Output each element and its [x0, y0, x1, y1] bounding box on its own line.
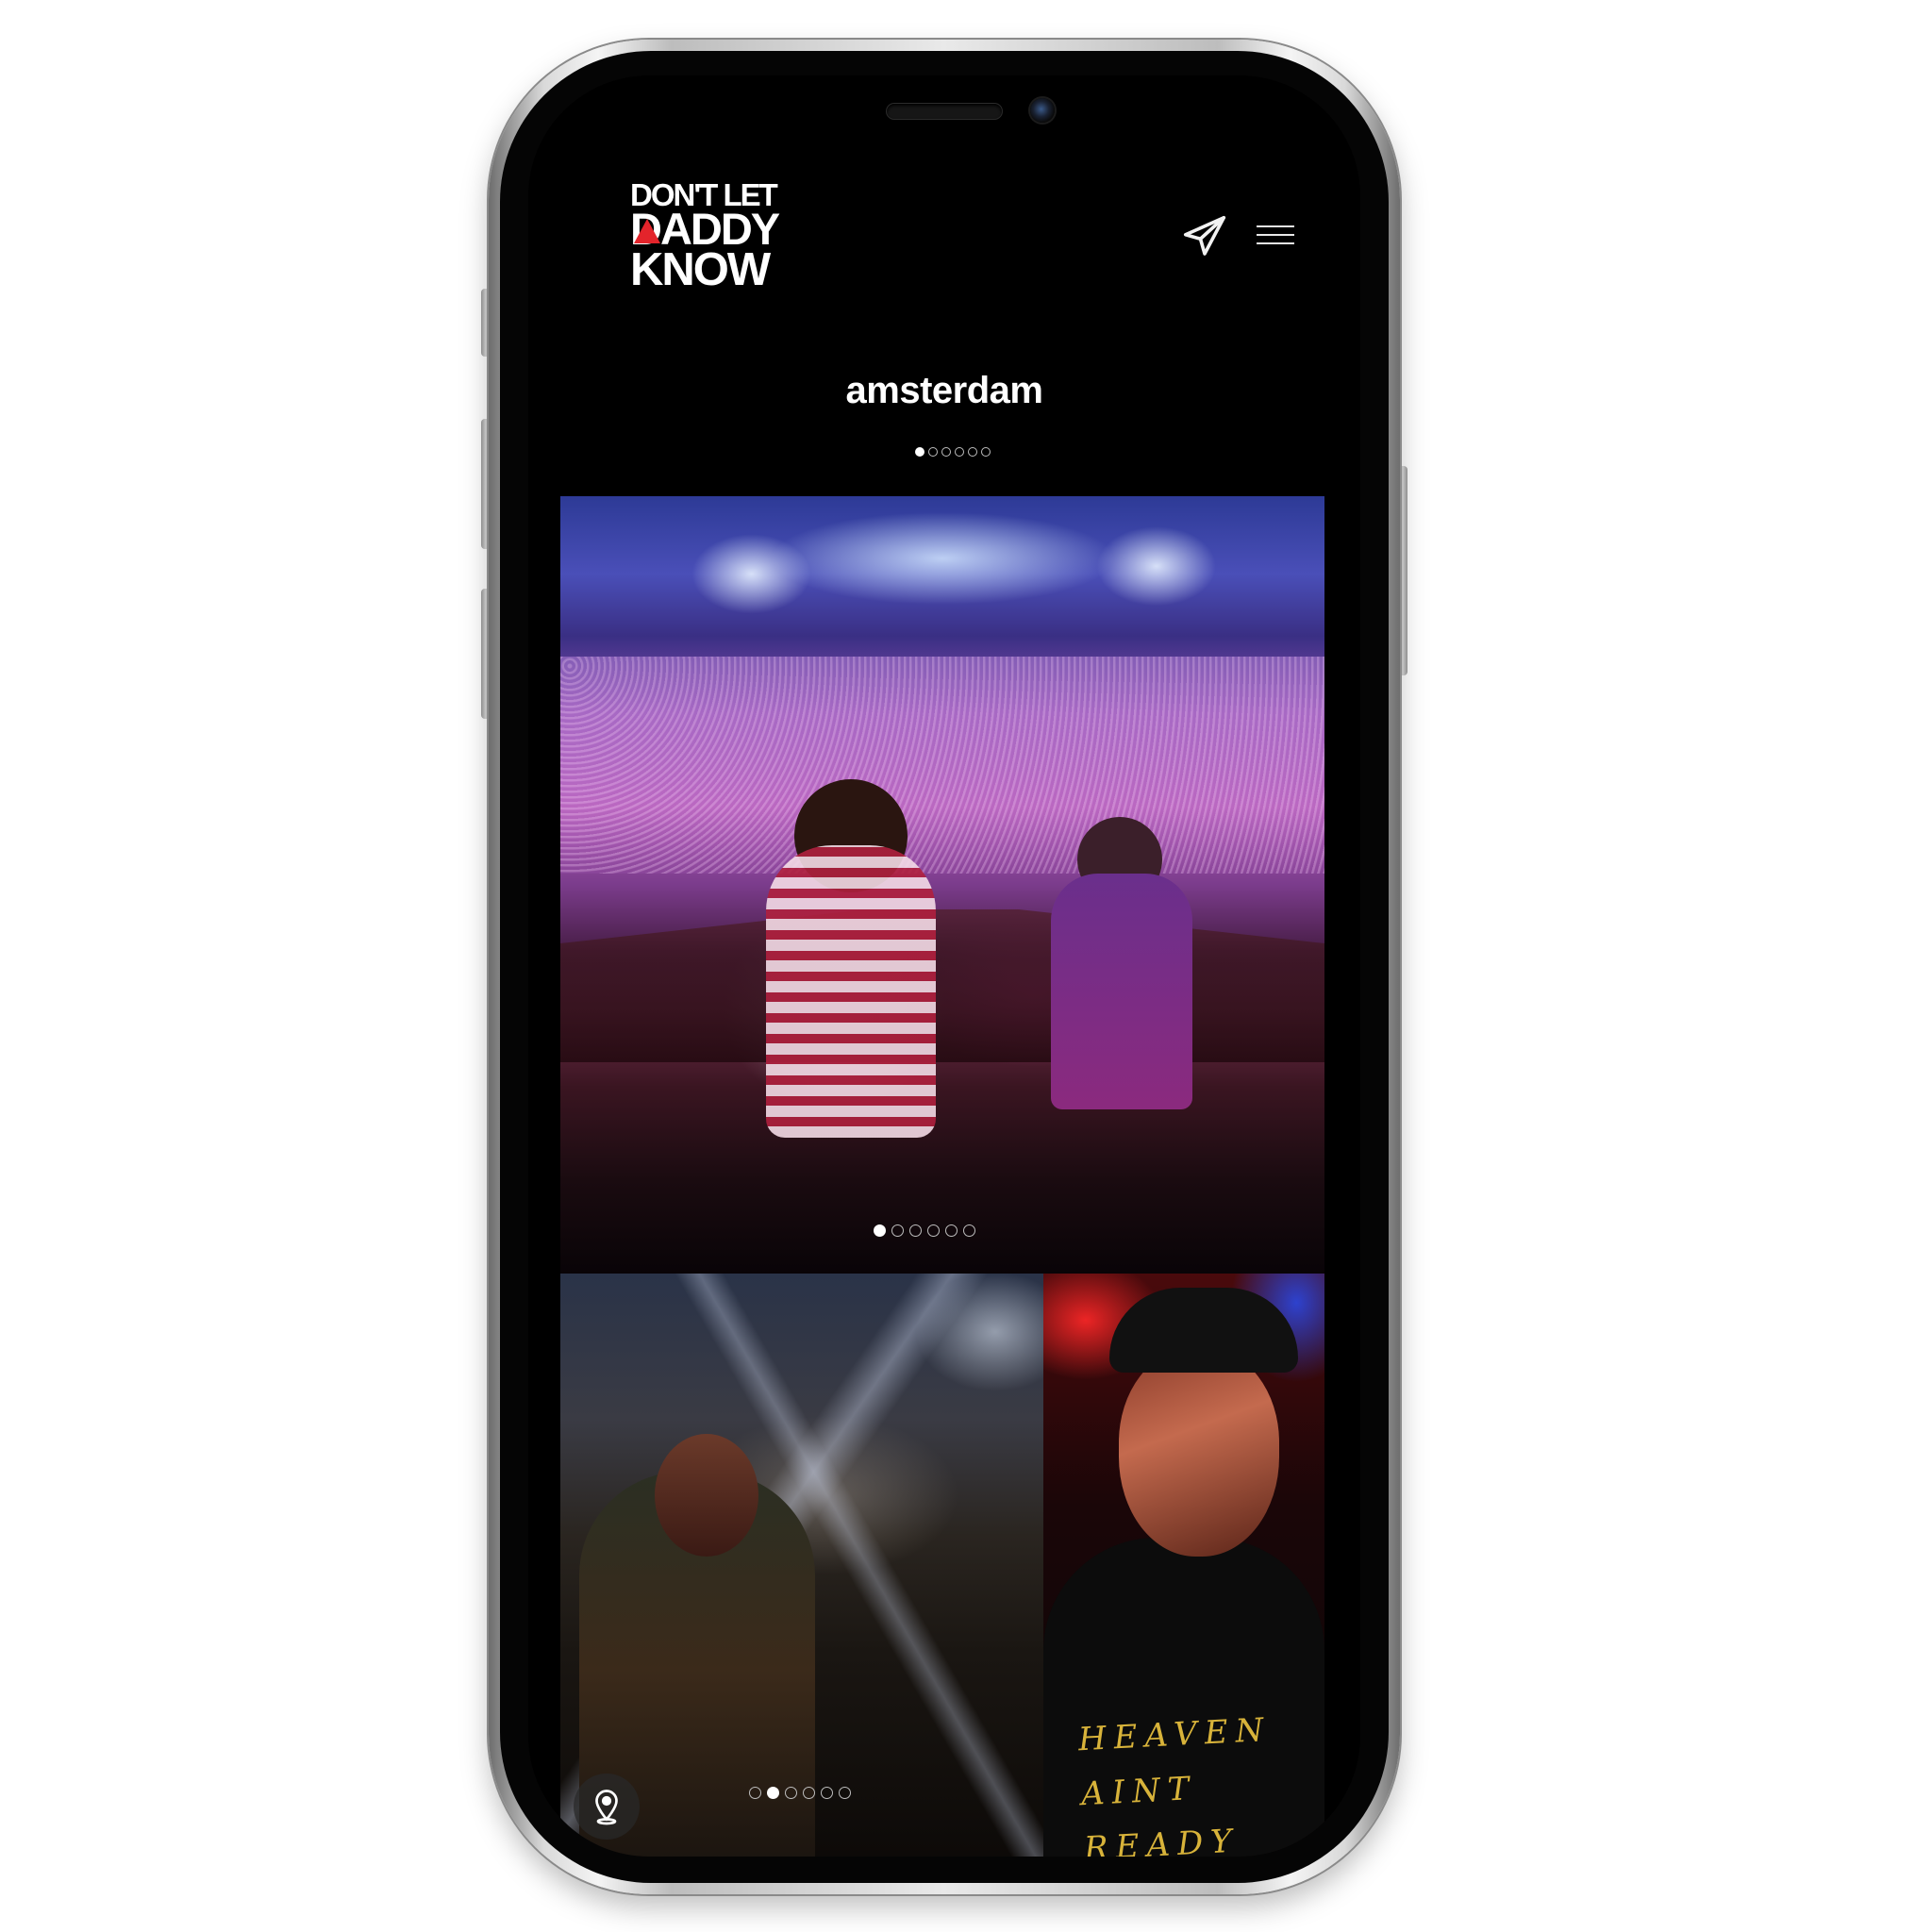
pager-dot[interactable]: [963, 1224, 975, 1237]
menu-line: [1257, 234, 1294, 236]
pager-dot[interactable]: [874, 1224, 886, 1237]
pager-dot[interactable]: [803, 1787, 815, 1799]
logo-line-3: KNOW: [630, 243, 771, 295]
face: [1119, 1349, 1279, 1557]
pager-dot[interactable]: [909, 1224, 922, 1237]
shirt-print: HEAVEN AINT READY: [1077, 1710, 1273, 1857]
pager-dot[interactable]: [785, 1787, 797, 1799]
pager-dot[interactable]: [915, 447, 924, 457]
gallery-photo-dj-back[interactable]: [560, 1274, 1043, 1857]
slide1-pager[interactable]: [874, 1224, 975, 1237]
front-camera: [1030, 98, 1055, 123]
pager-dot[interactable]: [945, 1224, 958, 1237]
dj-booth: [560, 909, 1324, 1062]
pager-dot[interactable]: [839, 1787, 851, 1799]
hamburger-menu-icon[interactable]: [1257, 219, 1294, 253]
brand-logo[interactable]: DON'T LET DADDY KNOW: [630, 179, 800, 295]
pager-dot[interactable]: [891, 1224, 904, 1237]
crowd-texture: [560, 657, 1324, 874]
menu-line: [1257, 242, 1294, 244]
dj-figure: [766, 845, 936, 1138]
pager-dot[interactable]: [955, 447, 964, 457]
map-pin-icon: [595, 1790, 618, 1825]
pager-dot[interactable]: [767, 1787, 779, 1799]
pager-dot[interactable]: [928, 447, 938, 457]
gallery-photo-portrait[interactable]: HEAVEN AINT READY: [1043, 1274, 1324, 1857]
page-title: amsterdam: [845, 370, 1043, 411]
dj-figure-head: [655, 1434, 758, 1557]
pager-dot[interactable]: [981, 447, 991, 457]
location-button[interactable]: [574, 1774, 640, 1840]
pager-dot[interactable]: [968, 447, 977, 457]
dj-figure: [1051, 874, 1192, 1109]
gallery-photo-stage[interactable]: [560, 496, 1324, 1274]
section-pager[interactable]: [915, 447, 991, 457]
paper-plane-icon[interactable]: [1179, 211, 1230, 262]
phone-screen: DON'T LET DADDY KNOW amsterdam HEAVEN AI…: [528, 75, 1360, 1857]
pager-dot[interactable]: [821, 1787, 833, 1799]
cap: [1109, 1288, 1298, 1373]
pager-dot[interactable]: [927, 1224, 940, 1237]
logo-line-2: DADDY: [630, 203, 780, 254]
earpiece-speaker: [887, 104, 1002, 119]
pager-dot[interactable]: [941, 447, 951, 457]
slide2-pager[interactable]: [749, 1787, 851, 1799]
menu-line: [1257, 225, 1294, 227]
logo-triangle-icon: [634, 218, 660, 243]
pager-dot[interactable]: [749, 1787, 761, 1799]
